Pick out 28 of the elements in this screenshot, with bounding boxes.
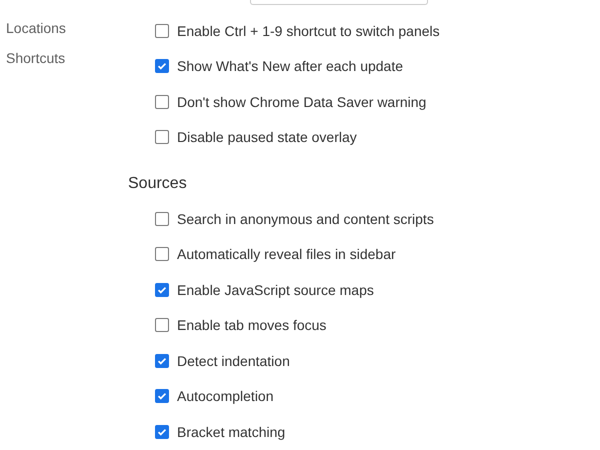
sidebar-item[interactable]: Locations (0, 13, 70, 43)
checkbox-label: Show What's New after each update (177, 58, 404, 74)
checkbox[interactable] (155, 212, 169, 226)
checkbox-label: Enable tab moves focus (177, 317, 326, 334)
checkbox[interactable] (155, 282, 169, 297)
checkbox-label: Search in anonymous and content scripts (177, 210, 434, 227)
checkbox[interactable] (155, 94, 169, 109)
checkbox-label: Don't show Chrome Data Saver warning (177, 94, 426, 110)
checkbox[interactable] (155, 59, 169, 74)
checkbox[interactable] (155, 318, 169, 332)
checkbox-label: Automatically reveal files in sidebar (177, 246, 396, 262)
checkbox[interactable] (155, 354, 169, 368)
checkbox-label: Enable JavaScript source maps (177, 282, 374, 298)
checkbox-label: Enable Ctrl + 1-9 shortcut to switch panels (177, 22, 440, 39)
checkbox[interactable] (155, 130, 169, 144)
dropdown-field[interactable] (250, 0, 428, 5)
checkbox[interactable] (155, 24, 169, 38)
checkbox[interactable] (155, 247, 169, 262)
checkbox-label: Autocompletion (177, 388, 274, 404)
sidebar-item[interactable]: Shortcuts (0, 43, 70, 73)
checkbox[interactable] (155, 424, 169, 439)
check-icon (156, 390, 168, 402)
checkbox-label: Disable paused state overlay (177, 129, 357, 146)
section-heading: Sources (128, 174, 187, 194)
checkbox-label: Bracket matching (177, 424, 286, 440)
check-icon (156, 60, 168, 72)
checkbox[interactable] (155, 389, 169, 404)
checkbox-label: Detect indentation (177, 352, 290, 369)
